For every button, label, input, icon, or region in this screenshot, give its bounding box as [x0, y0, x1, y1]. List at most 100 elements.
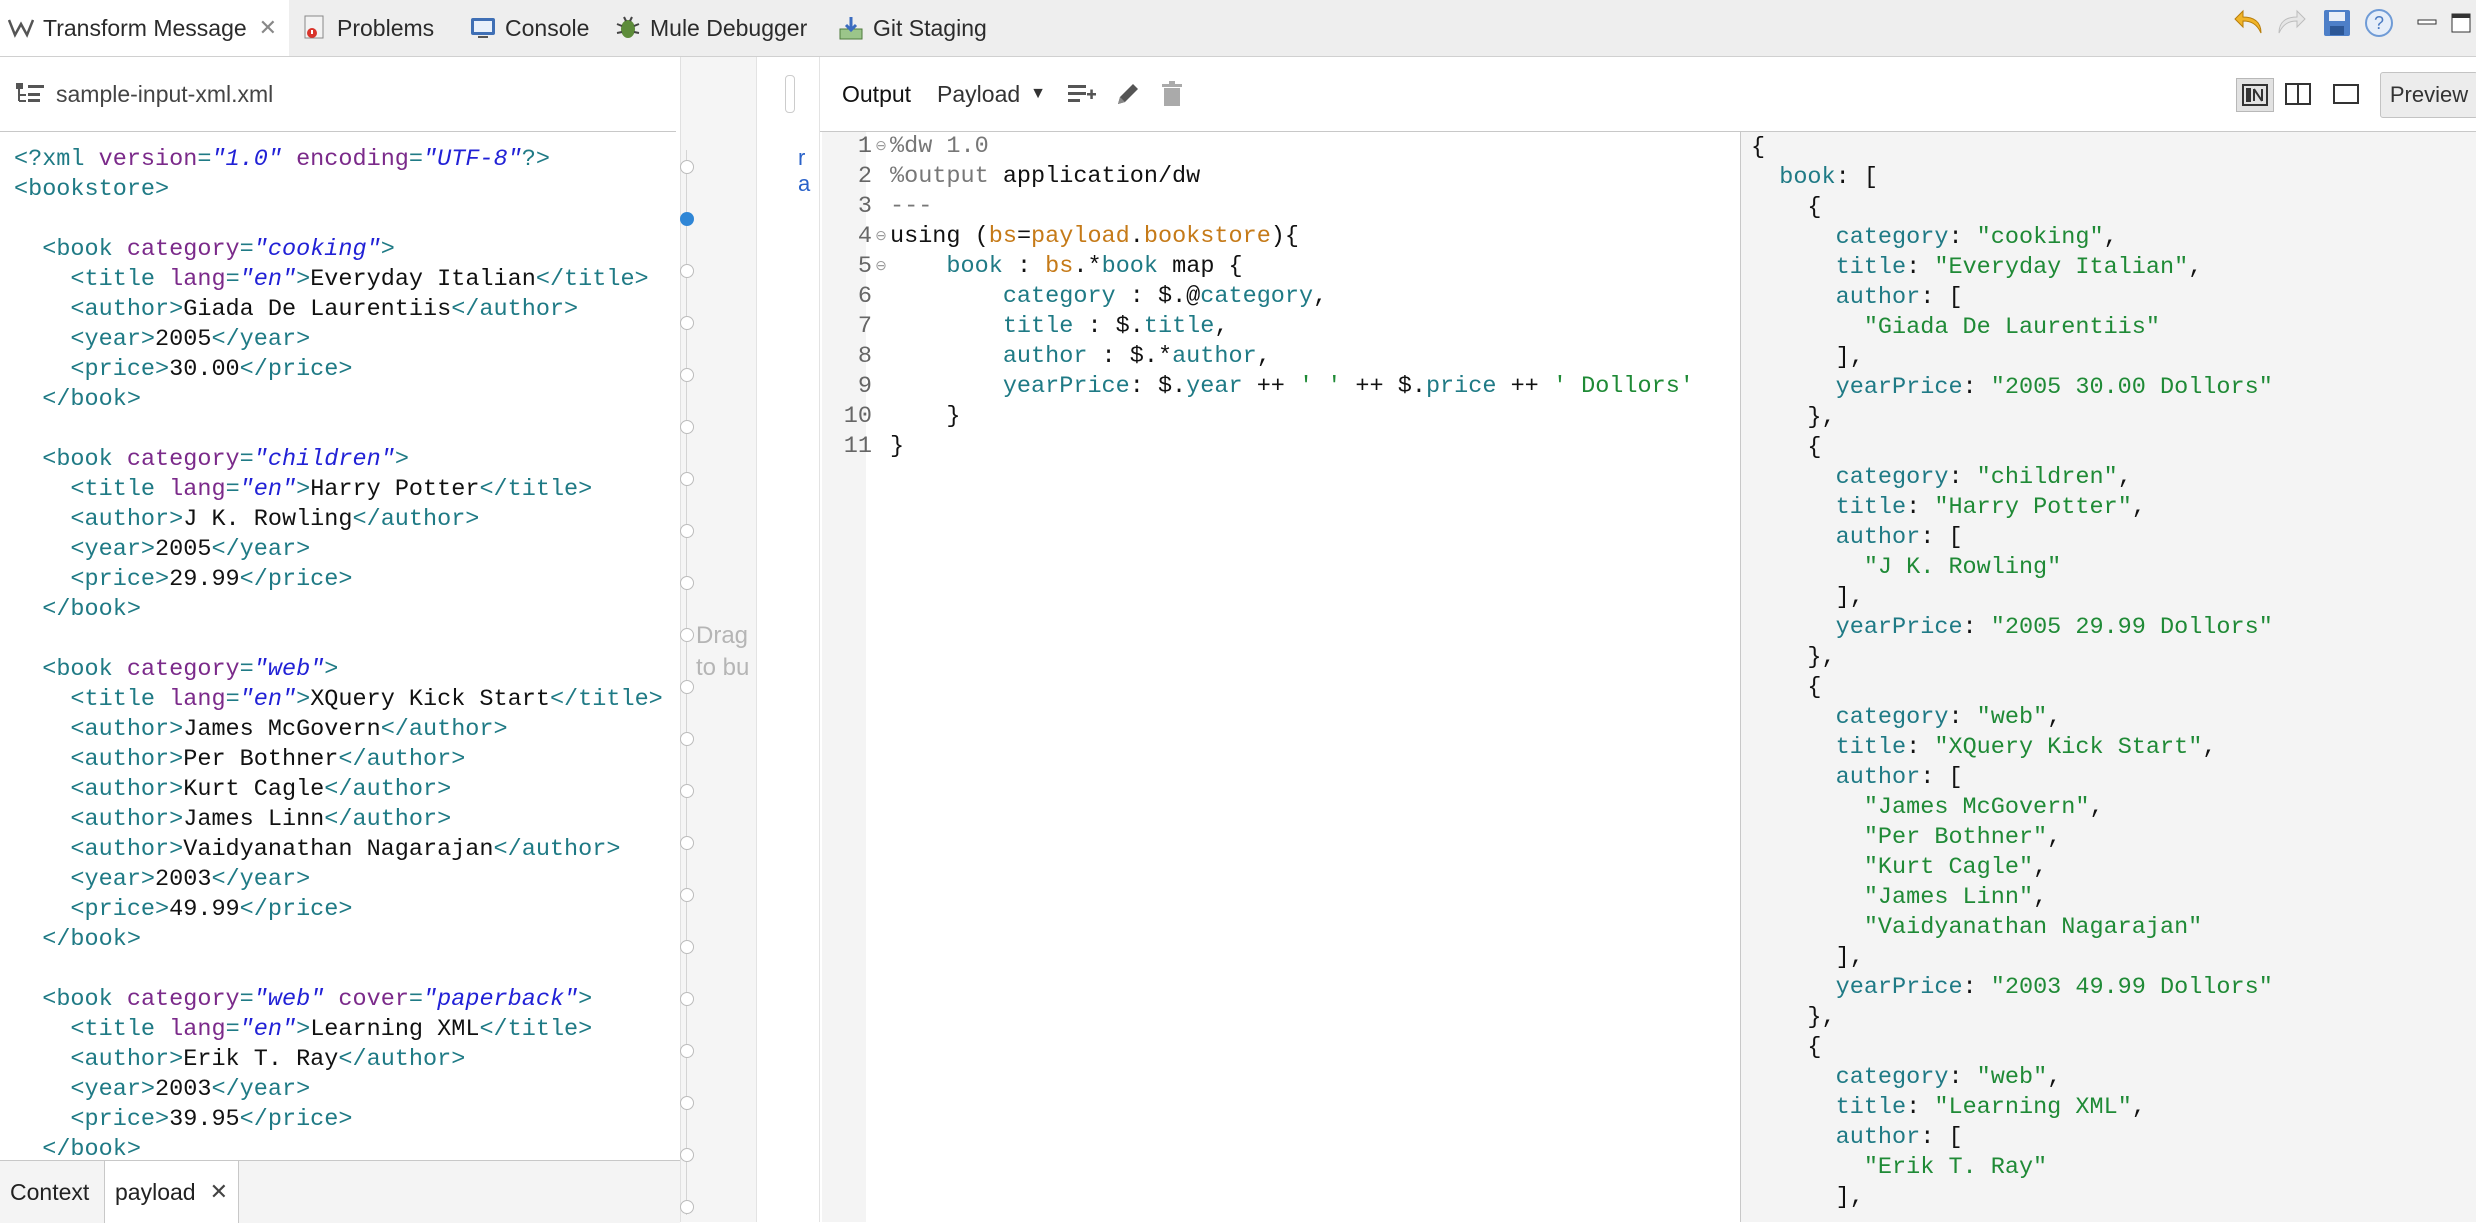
mapping-connector[interactable] [680, 576, 694, 590]
xml-token: <author> [70, 296, 184, 323]
dataweave-script[interactable]: 1 ⊖ %dw 1.0 2 %output application/dw 3 --- 4 ⊖ us… [820, 132, 1736, 462]
edit-pencil-icon[interactable] [1112, 78, 1144, 110]
xml-token: category [126, 986, 240, 1013]
xml-line: <author>Kurt Cagle</author> [14, 775, 663, 805]
tab-label: Console [505, 14, 590, 41]
tab-git-staging[interactable]: Git Staging [838, 0, 987, 56]
add-target-icon[interactable] [1066, 78, 1098, 110]
tree-view-icon[interactable] [14, 80, 46, 108]
mapping-connector[interactable] [680, 732, 694, 746]
tab-context[interactable]: Context [0, 1161, 99, 1223]
xml-input-source[interactable]: <?xml version="1.0" encoding="UTF-8"?> <b… [14, 145, 663, 1165]
xml-token: "en" [239, 476, 297, 503]
xml-token: "en" [239, 686, 297, 713]
xml-token [14, 776, 70, 803]
code-text: category : $.@category, [890, 282, 1736, 312]
mapping-connector[interactable] [680, 420, 694, 434]
payload-dropdown[interactable]: Payload [937, 81, 1020, 108]
mapping-connector[interactable] [680, 1200, 694, 1214]
mapping-connector[interactable] [680, 368, 694, 382]
undo-icon[interactable] [2232, 6, 2266, 40]
mapping-connector[interactable] [680, 888, 694, 902]
view-mode-graphics-icon[interactable] [2236, 78, 2274, 112]
tab-mule-debugger[interactable]: Mule Debugger [615, 0, 807, 56]
close-icon[interactable]: ✕ [210, 1179, 228, 1205]
tree-mark[interactable]: a [798, 171, 810, 197]
fold-toggle-icon[interactable]: ⊖ [872, 132, 890, 162]
code-token: ++ [1496, 373, 1553, 400]
save-icon[interactable] [2320, 6, 2354, 40]
mapping-connector[interactable] [680, 316, 694, 330]
tab-payload[interactable]: payload ✕ [104, 1161, 240, 1223]
output-tree-marks[interactable]: r a [798, 145, 810, 197]
preview-token [1751, 704, 1836, 731]
mapping-connector[interactable] [680, 1148, 694, 1162]
mapping-connector[interactable] [680, 1096, 694, 1110]
output-label: Output [842, 80, 912, 107]
redo-icon[interactable] [2274, 6, 2308, 40]
xml-token: Giada De Laurentiis [183, 296, 452, 323]
fold-toggle-icon[interactable]: ⊖ [872, 252, 890, 282]
xml-token: Everyday Italian [310, 266, 536, 293]
mapping-connector[interactable] [680, 524, 694, 538]
xml-token: encoding [296, 146, 409, 173]
preview-token: "Per Bothner" [1863, 824, 2048, 851]
preview-output[interactable]: { book: [ { category: "cooking", title: … [1751, 133, 2273, 1213]
code-token: , [1256, 343, 1271, 370]
mapping-connector[interactable] [680, 836, 694, 850]
mapping-connector[interactable] [680, 680, 694, 694]
preview-line: "Kurt Cagle", [1751, 853, 2273, 883]
tab-problems[interactable]: Problems [302, 0, 434, 56]
mapping-connector[interactable] [680, 784, 694, 798]
tree-mark[interactable]: r [798, 145, 810, 171]
close-icon[interactable]: ✕ [259, 15, 277, 41]
preview-token: : [ [1920, 764, 1963, 791]
xml-token: </author> [380, 716, 508, 743]
view-mode-split-icon[interactable] [2280, 78, 2316, 110]
xml-token [324, 986, 338, 1013]
mapping-connector[interactable] [680, 264, 694, 278]
mapping-connector[interactable] [680, 628, 694, 642]
trash-icon[interactable] [1156, 78, 1188, 110]
preview-line: }, [1751, 643, 2273, 673]
mapping-connector[interactable] [680, 1044, 694, 1058]
preview-token: , [2117, 464, 2132, 491]
tab-transform-message[interactable]: Transform Message ✕ [0, 0, 290, 56]
mapping-connector-active[interactable] [680, 212, 694, 226]
preview-line: title: "Harry Potter", [1751, 493, 2273, 523]
preview-token: "2003 49.99 Dollors" [1990, 974, 2273, 1001]
view-tab-bar: Transform Message ✕ Problems Console Mul… [0, 0, 2476, 57]
tab-console[interactable]: Console [470, 0, 589, 56]
fold-toggle-icon[interactable]: ⊖ [872, 222, 890, 252]
xml-token: </title> [479, 1016, 593, 1043]
mapping-connector[interactable] [680, 472, 694, 486]
xml-token: XQuery Kick Start [310, 686, 550, 713]
preview-line: title: "XQuery Kick Start", [1751, 733, 2273, 763]
xml-token: Harry Potter [310, 476, 480, 503]
code-token: , [1313, 283, 1328, 310]
preview-token: , [2089, 794, 2104, 821]
view-mode-source-icon[interactable] [2328, 78, 2364, 110]
xml-token: </author> [493, 836, 621, 863]
mapping-connector[interactable] [680, 160, 694, 174]
collapse-handle[interactable] [785, 75, 795, 113]
mapping-connector[interactable] [680, 940, 694, 954]
help-icon[interactable]: ? [2362, 6, 2396, 40]
preview-button[interactable]: Preview [2380, 72, 2476, 118]
xml-token: </title> [479, 476, 593, 503]
chevron-down-icon[interactable]: ▼ [1030, 85, 1046, 103]
xml-token: <author> [70, 806, 184, 833]
xml-token: 49.99 [169, 896, 240, 923]
preview-token: "web" [1976, 704, 2048, 731]
xml-token: = [225, 476, 240, 503]
input-filename[interactable]: sample-input-xml.xml [56, 81, 273, 108]
preview-token: ], [1751, 1184, 1864, 1211]
maximize-icon[interactable] [2444, 6, 2476, 40]
xml-token: "paperback" [423, 986, 579, 1013]
minimize-icon[interactable] [2410, 6, 2444, 40]
preview-token [1751, 974, 1836, 1001]
preview-token: }, [1751, 404, 1836, 431]
mapping-connector[interactable] [680, 992, 694, 1006]
